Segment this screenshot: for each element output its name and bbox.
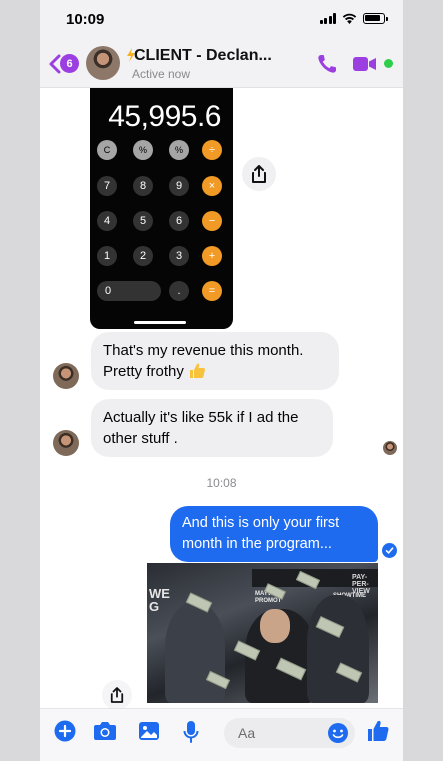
- calculator-key: 4: [97, 211, 117, 231]
- share-button[interactable]: [242, 157, 276, 191]
- message-text-line: month in the program...: [182, 536, 332, 552]
- calculator-key: 2: [133, 246, 153, 266]
- meme-backdrop-letters: WE G: [149, 586, 170, 614]
- video-call-icon[interactable]: [353, 56, 377, 72]
- thumbs-up-emoji-icon: [190, 363, 206, 378]
- status-icons: [319, 13, 388, 24]
- status-bar: 10:09: [40, 0, 403, 40]
- message-text-line: Pretty frothy: [103, 363, 184, 380]
- calculator-operator-key: =: [202, 281, 222, 301]
- message-timestamp: 10:08: [206, 476, 237, 490]
- battery-icon: [363, 13, 388, 24]
- calculator-operator-key: ÷: [202, 140, 222, 160]
- share-icon: [252, 165, 266, 183]
- delivered-check-icon: [382, 543, 397, 558]
- calculator-key: %: [169, 140, 189, 160]
- message-input[interactable]: Aa: [224, 718, 355, 748]
- share-icon: [110, 687, 124, 703]
- calculator-key: 7: [97, 176, 117, 196]
- wifi-icon: [342, 13, 357, 24]
- unread-count-badge[interactable]: 6: [60, 54, 79, 73]
- contact-avatar[interactable]: [86, 46, 120, 80]
- incoming-message-bubble[interactable]: That's my revenue this month. Pretty fro…: [91, 332, 339, 390]
- message-text-line: other stuff .: [103, 430, 178, 447]
- calculator-screenshot-image[interactable]: 45,995.6 C%% ÷ 7 8 9 × 4 5 6− 1 2 3 +0. =: [90, 88, 233, 329]
- calculator-operator-key: −: [202, 211, 222, 231]
- calculator-key: C: [97, 140, 117, 160]
- microphone-icon[interactable]: [183, 720, 199, 744]
- calculator-key: 6: [169, 211, 189, 231]
- active-status: Active now: [132, 67, 191, 81]
- message-input-placeholder: Aa: [238, 725, 256, 741]
- calculator-key: 5: [133, 211, 153, 231]
- phone-call-icon[interactable]: [316, 53, 338, 75]
- plus-circle-icon[interactable]: [54, 720, 76, 742]
- calculator-key: 1: [97, 246, 117, 266]
- read-receipt-avatar: [383, 441, 397, 455]
- calculator-key: %: [133, 140, 153, 160]
- calculator-key: 0: [97, 281, 161, 301]
- calculator-key: .: [169, 281, 189, 301]
- outgoing-message-bubble[interactable]: And this is only your first month in the…: [170, 506, 378, 562]
- calculator-display-value: 45,995.6: [108, 100, 221, 133]
- photo-gallery-icon[interactable]: [138, 721, 160, 741]
- share-button[interactable]: [102, 680, 132, 710]
- message-text-line: That's my revenue this month.: [103, 342, 304, 359]
- meme-person-face: [260, 609, 290, 643]
- message-text-line: And this is only your first: [182, 515, 340, 531]
- messenger-screen: 10:09 6 CLIENT - Declan... Active now 45…: [40, 0, 403, 761]
- money-rain-meme-image[interactable]: PAY-PER-VIEW WE G MAYW PROMOT SHOWTIME P…: [147, 563, 378, 703]
- meme-person-left: [165, 603, 225, 703]
- contact-name[interactable]: CLIENT - Declan...: [134, 47, 272, 65]
- incoming-message-bubble[interactable]: Actually it's like 55k if I ad the other…: [91, 399, 333, 457]
- calculator-key: 9: [169, 176, 189, 196]
- calculator-operator-key: +: [202, 246, 222, 266]
- message-text-line: Actually it's like 55k if I ad the: [103, 409, 299, 426]
- meme-person-right: [307, 595, 369, 703]
- calculator-operator-key: ×: [202, 176, 222, 196]
- status-time: 10:09: [66, 11, 105, 28]
- thumbs-up-icon[interactable]: [366, 719, 390, 743]
- emoji-smiley-icon[interactable]: [327, 722, 349, 744]
- online-status-dot: [384, 59, 393, 68]
- contact-message-avatar[interactable]: [53, 430, 79, 456]
- contact-message-avatar[interactable]: [53, 363, 79, 389]
- home-indicator: [134, 321, 186, 324]
- calculator-key: 3: [169, 246, 189, 266]
- conversation-header: 6 CLIENT - Declan... Active now: [40, 40, 403, 88]
- message-composer: Aa: [40, 708, 403, 761]
- camera-icon[interactable]: [93, 721, 117, 741]
- cellular-signal-icon: [319, 13, 336, 24]
- calculator-key: 8: [133, 176, 153, 196]
